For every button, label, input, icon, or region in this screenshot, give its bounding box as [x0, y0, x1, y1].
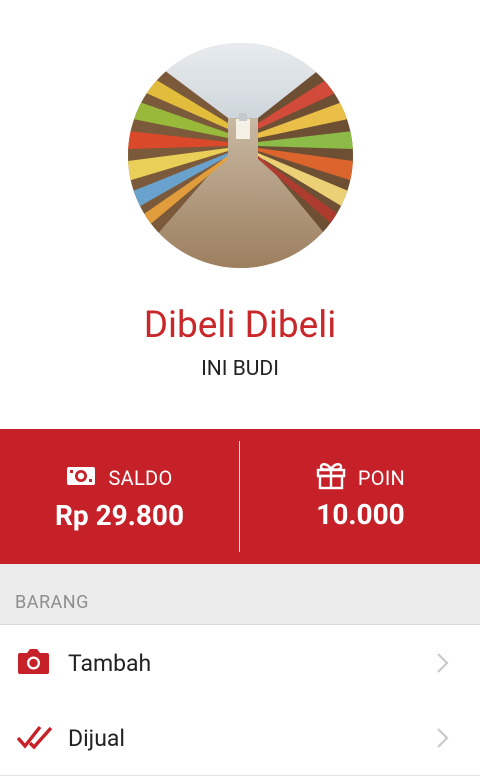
gift-icon — [316, 462, 346, 494]
poin-value: 10.000 — [316, 498, 405, 531]
section-title: BARANG — [15, 592, 89, 613]
poin-stat[interactable]: POIN 10.000 — [241, 429, 480, 564]
stats-bar: SALDO Rp 29.800 POIN 10.000 — [0, 429, 480, 564]
tambah-label: Tambah — [68, 650, 152, 677]
profile-username: INI BUDI — [201, 357, 279, 381]
avatar[interactable] — [128, 43, 353, 268]
stats-divider — [239, 441, 240, 552]
saldo-label: SALDO — [108, 466, 173, 490]
chevron-right-icon — [436, 652, 450, 678]
camera-icon — [17, 647, 50, 679]
poin-label: POIN — [357, 466, 406, 490]
list-item-tambah[interactable]: Tambah — [0, 625, 480, 701]
supermarket-aisle-photo — [128, 43, 353, 268]
chevron-right-icon — [436, 727, 450, 753]
profile-section: Dibeli Dibeli INI BUDI — [0, 0, 480, 430]
saldo-value: Rp 29.800 — [54, 499, 185, 532]
section-header-barang: BARANG — [0, 564, 480, 625]
list-item-dijual[interactable]: Dijual — [0, 700, 480, 776]
poin-header: POIN — [241, 463, 480, 493]
saldo-header: SALDO — [0, 463, 239, 493]
saldo-stat[interactable]: SALDO Rp 29.800 — [0, 429, 239, 564]
profile-name: Dibeli Dibeli — [143, 304, 337, 347]
dijual-label: Dijual — [68, 725, 125, 752]
double-check-icon — [16, 724, 53, 754]
money-icon — [66, 466, 96, 490]
